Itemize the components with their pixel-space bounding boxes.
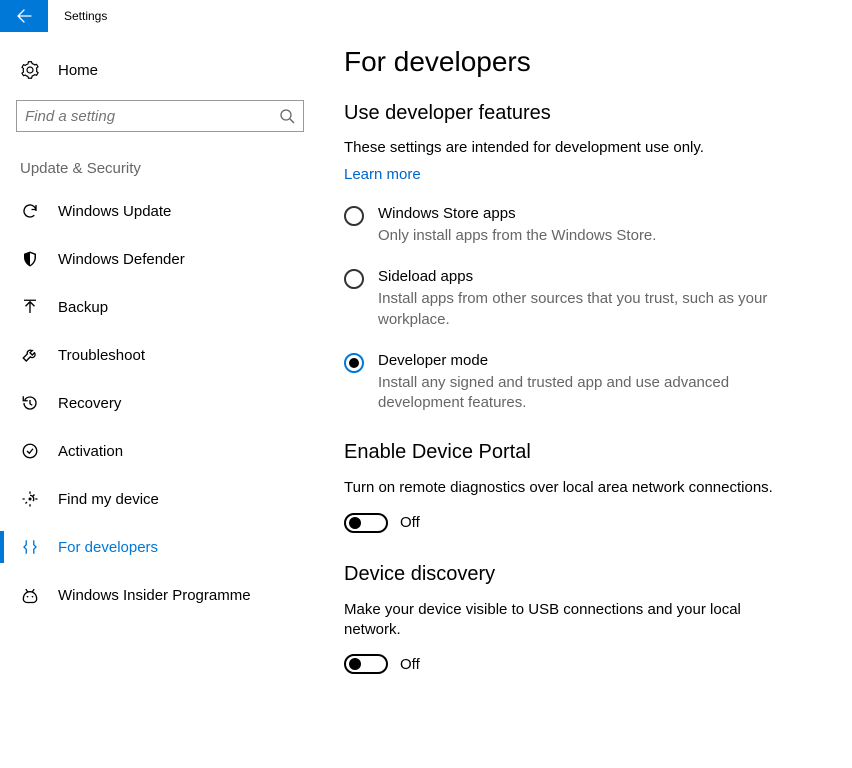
sidebar-item-windows-update[interactable]: Windows Update	[0, 187, 320, 235]
radio-description: Install apps from other sources that you…	[378, 289, 798, 330]
sidebar-item-label: For developers	[58, 539, 158, 556]
sidebar-item-label: Windows Defender	[58, 251, 185, 268]
sidebar-item-troubleshoot[interactable]: Troubleshoot	[0, 331, 320, 379]
dev-features-intro: These settings are intended for developm…	[344, 139, 822, 156]
radio-description: Install any signed and trusted app and u…	[378, 373, 798, 414]
learn-more-link[interactable]: Learn more	[344, 166, 421, 183]
section-heading-device-portal: Enable Device Portal	[344, 441, 822, 464]
window-title: Settings	[48, 9, 107, 23]
sidebar-item-windows-defender[interactable]: Windows Defender	[0, 235, 320, 283]
section-heading-dev-features: Use developer features	[344, 102, 822, 125]
section-heading-device-discovery: Device discovery	[344, 563, 822, 586]
sync-icon	[20, 202, 40, 220]
wrench-icon	[20, 346, 40, 364]
check-circle-icon	[20, 442, 40, 460]
back-button[interactable]	[0, 0, 48, 32]
search-input[interactable]	[25, 108, 279, 125]
sidebar-item-label: Activation	[58, 443, 123, 460]
arrow-left-icon	[16, 8, 32, 24]
search-icon	[279, 108, 295, 124]
device-discovery-toggle[interactable]	[344, 654, 388, 674]
radio-label: Developer mode	[378, 352, 798, 369]
main-content: For developers Use developer features Th…	[320, 32, 852, 768]
titlebar: Settings	[0, 0, 852, 32]
radio-windows-store-apps[interactable]: Windows Store apps Only install apps fro…	[344, 205, 822, 246]
sidebar-item-activation[interactable]: Activation	[0, 427, 320, 475]
search-input-container[interactable]	[16, 100, 304, 132]
sidebar-item-label: Recovery	[58, 395, 121, 412]
sidebar-item-find-my-device[interactable]: Find my device	[0, 475, 320, 523]
sidebar-item-recovery[interactable]: Recovery	[0, 379, 320, 427]
device-discovery-desc: Make your device visible to USB connecti…	[344, 600, 794, 641]
radio-indicator	[344, 206, 364, 226]
location-icon	[20, 490, 40, 508]
home-label: Home	[58, 62, 98, 79]
sidebar-item-label: Troubleshoot	[58, 347, 145, 364]
arrow-up-icon	[20, 298, 40, 316]
device-discovery-toggle-state: Off	[400, 656, 420, 673]
shield-icon	[20, 250, 40, 268]
sidebar-nav: Windows Update Windows Defender Backup T…	[0, 187, 320, 619]
dev-mode-radio-group: Windows Store apps Only install apps fro…	[344, 205, 822, 413]
sidebar-section-header: Update & Security	[16, 160, 304, 177]
device-portal-toggle-state: Off	[400, 514, 420, 531]
device-portal-desc: Turn on remote diagnostics over local ar…	[344, 478, 794, 498]
radio-developer-mode[interactable]: Developer mode Install any signed and tr…	[344, 352, 822, 414]
page-title: For developers	[344, 46, 822, 78]
ninja-cat-icon	[20, 586, 40, 604]
history-icon	[20, 394, 40, 412]
sidebar-item-label: Windows Insider Programme	[58, 587, 251, 604]
radio-indicator	[344, 269, 364, 289]
device-portal-toggle[interactable]	[344, 513, 388, 533]
gear-icon	[20, 61, 40, 79]
sidebar: Home Update & Security Windows Update Wi…	[0, 32, 320, 768]
sidebar-item-label: Windows Update	[58, 203, 171, 220]
radio-description: Only install apps from the Windows Store…	[378, 226, 656, 246]
sidebar-item-label: Backup	[58, 299, 108, 316]
sidebar-item-insider[interactable]: Windows Insider Programme	[0, 571, 320, 619]
radio-sideload-apps[interactable]: Sideload apps Install apps from other so…	[344, 268, 822, 330]
radio-indicator	[344, 353, 364, 373]
tools-icon	[20, 538, 40, 556]
sidebar-item-backup[interactable]: Backup	[0, 283, 320, 331]
sidebar-item-for-developers[interactable]: For developers	[0, 523, 320, 571]
radio-label: Sideload apps	[378, 268, 798, 285]
home-nav[interactable]: Home	[16, 52, 304, 88]
sidebar-item-label: Find my device	[58, 491, 159, 508]
radio-label: Windows Store apps	[378, 205, 656, 222]
